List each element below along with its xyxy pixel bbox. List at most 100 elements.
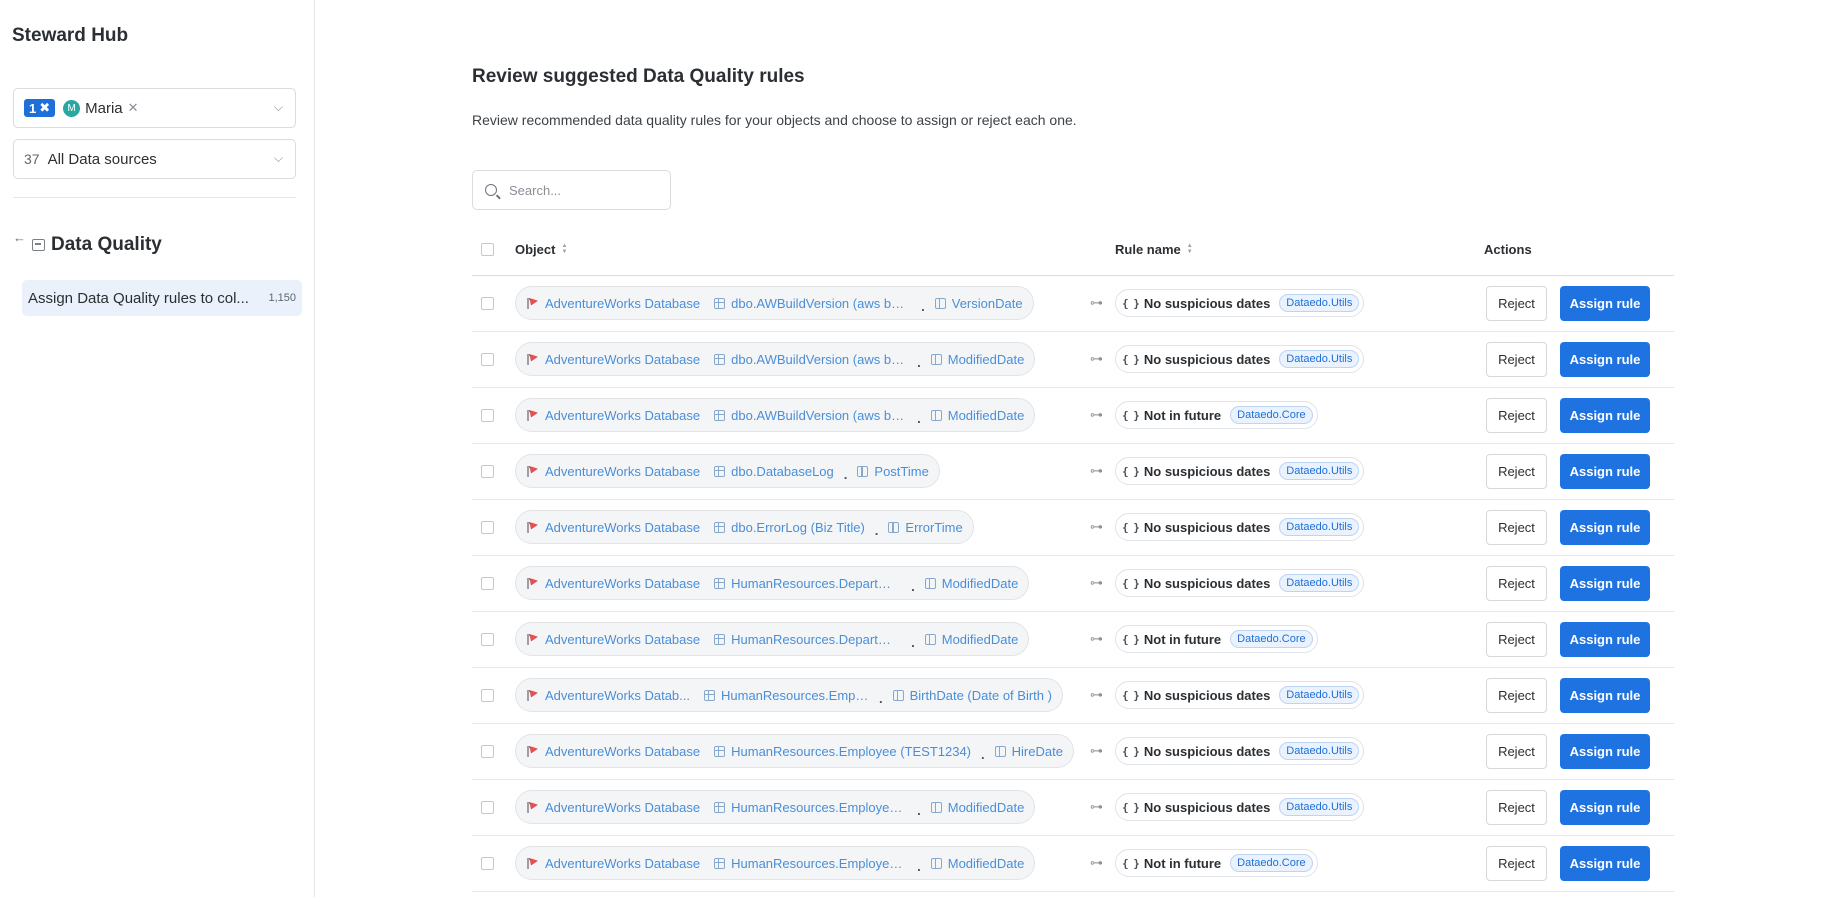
assign-rule-button[interactable]: Assign rule — [1560, 398, 1650, 433]
rule-pill[interactable]: { } No suspicious dates Dataedo.Utils — [1115, 513, 1365, 541]
column-link[interactable]: ModifiedDate — [930, 856, 1024, 871]
nav-item-assign-rules[interactable]: Assign Data Quality rules to col... 1,15… — [22, 280, 302, 316]
column-link[interactable]: ErrorTime — [888, 520, 963, 535]
column-link[interactable]: ModifiedDate — [930, 351, 1025, 367]
table-link[interactable]: HumanResources.Employee (TES... — [714, 856, 907, 871]
table-icon — [704, 689, 715, 701]
chevron-down-icon[interactable]: ⌵ — [274, 100, 283, 115]
rule-pill[interactable]: { } No suspicious dates Dataedo.Utils — [1115, 345, 1365, 373]
search-box[interactable] — [472, 170, 671, 210]
reject-button[interactable]: Reject — [1486, 734, 1547, 769]
database-link[interactable]: AdventureWorks Database — [526, 856, 700, 871]
database-link[interactable]: AdventureWorks Database — [526, 352, 700, 367]
database-link[interactable]: AdventureWorks Database — [526, 464, 700, 479]
row-checkbox[interactable] — [481, 633, 494, 646]
assign-rule-button[interactable]: Assign rule — [1560, 734, 1650, 769]
rule-pill[interactable]: { } No suspicious dates Dataedo.Utils — [1115, 681, 1365, 709]
rule-pill[interactable]: { } No suspicious dates Dataedo.Utils — [1115, 457, 1365, 485]
table-link[interactable]: HumanResources.Department — [714, 632, 901, 647]
owner-count-badge[interactable]: 1 ✖ — [24, 99, 56, 117]
row-checkbox[interactable] — [481, 577, 494, 590]
row-checkbox[interactable] — [481, 801, 494, 814]
reject-button[interactable]: Reject — [1486, 510, 1547, 545]
remove-chip-icon[interactable]: ✕ — [128, 100, 139, 116]
search-input[interactable] — [507, 181, 651, 199]
assign-rule-button[interactable]: Assign rule — [1560, 846, 1650, 881]
rule-pill[interactable]: { } No suspicious dates Dataedo.Utils — [1115, 737, 1365, 765]
table-body: AdventureWorks Database dbo.AWBuildVersio… — [472, 276, 1674, 892]
database-link[interactable]: AdventureWorks Database — [526, 408, 700, 423]
reject-button[interactable]: Reject — [1486, 342, 1547, 377]
assign-rule-button[interactable]: Assign rule — [1560, 454, 1650, 489]
reject-button[interactable]: Reject — [1486, 678, 1547, 713]
assign-rule-button[interactable]: Assign rule — [1560, 678, 1650, 713]
object-path: AdventureWorks Database dbo.ErrorLog (Biz… — [515, 510, 974, 544]
column-link[interactable]: HireDate — [994, 744, 1063, 759]
reject-button[interactable]: Reject — [1486, 846, 1547, 881]
row-checkbox[interactable] — [481, 353, 494, 366]
reject-button[interactable]: Reject — [1486, 286, 1547, 321]
table-link[interactable]: HumanResources.Empl... — [704, 688, 869, 703]
reject-button[interactable]: Reject — [1486, 622, 1547, 657]
column-link[interactable]: ModifiedDate — [930, 408, 1024, 423]
reject-button[interactable]: Reject — [1486, 566, 1547, 601]
assign-rule-button[interactable]: Assign rule — [1560, 566, 1650, 601]
column-link[interactable]: ModifiedDate — [924, 576, 1018, 591]
database-link[interactable]: AdventureWorks Database — [526, 744, 700, 759]
table-link[interactable]: HumanResources.Employee (TES... — [714, 800, 907, 815]
row-checkbox[interactable] — [481, 465, 494, 478]
column-link[interactable]: BirthDate (Date of Birth ) — [892, 688, 1052, 703]
rule-pill[interactable]: { } No suspicious dates Dataedo.Utils — [1115, 289, 1365, 317]
column-link[interactable]: ModifiedDate — [930, 800, 1024, 815]
column-link[interactable]: ModifiedDate — [924, 632, 1018, 647]
assign-rule-button[interactable]: Assign rule — [1560, 510, 1650, 545]
column-link[interactable]: PostTime — [857, 464, 929, 479]
table-link[interactable]: dbo.AWBuildVersion (aws build ve... — [714, 352, 907, 367]
back-arrow-icon[interactable]: ← — [13, 230, 26, 245]
database-link[interactable]: AdventureWorks Database — [526, 800, 700, 815]
table-link[interactable]: HumanResources.Department — [714, 576, 901, 591]
row-checkbox[interactable] — [481, 297, 494, 310]
database-link[interactable]: AdventureWorks Database — [526, 520, 700, 535]
rule-pill[interactable]: { } Not in future Dataedo.Core — [1115, 401, 1318, 429]
clear-icon[interactable]: ✖ — [39, 100, 50, 116]
assign-rule-button[interactable]: Assign rule — [1560, 342, 1650, 377]
database-icon — [526, 409, 539, 421]
rule-pill[interactable]: { } No suspicious dates Dataedo.Utils — [1115, 793, 1365, 821]
row-checkbox[interactable] — [481, 521, 494, 534]
reject-button[interactable]: Reject — [1486, 454, 1547, 489]
database-link[interactable]: AdventureWorks Database — [526, 632, 700, 647]
owner-filter[interactable]: 1 ✖ M Maria ✕ ⌵ — [13, 88, 296, 128]
row-checkbox[interactable] — [481, 745, 494, 758]
assign-rule-button[interactable]: Assign rule — [1560, 286, 1650, 321]
sort-icon[interactable]: ▲ ▼ — [561, 243, 567, 255]
table-name: dbo.AWBuildVersion (aws build ve... — [731, 407, 907, 423]
sort-icon[interactable]: ▲ ▼ — [1187, 243, 1193, 255]
column-header-object[interactable]: Object ▲ ▼ — [515, 242, 567, 257]
rule-pill[interactable]: { } Not in future Dataedo.Core — [1115, 625, 1318, 653]
column-header-rule-name[interactable]: Rule name ▲ ▼ — [1115, 242, 1193, 257]
data-sources-filter[interactable]: 37 All Data sources ⌵ — [13, 139, 296, 179]
table-link[interactable]: dbo.AWBuildVersion (aws build ver... — [714, 296, 911, 311]
database-link[interactable]: AdventureWorks Datab... — [526, 688, 690, 703]
table-link[interactable]: dbo.ErrorLog (Biz Title) — [714, 520, 865, 535]
row-checkbox[interactable] — [481, 689, 494, 702]
chevron-down-icon[interactable]: ⌵ — [274, 151, 283, 166]
assign-rule-button[interactable]: Assign rule — [1560, 622, 1650, 657]
select-all-checkbox[interactable] — [481, 243, 494, 256]
database-link[interactable]: AdventureWorks Database — [526, 576, 700, 591]
row-checkbox[interactable] — [481, 857, 494, 870]
rule-pill[interactable]: { } Not in future Dataedo.Core — [1115, 849, 1318, 877]
table-link[interactable]: HumanResources.Employee (TEST1234) — [714, 744, 971, 759]
database-link[interactable]: AdventureWorks Database — [526, 296, 700, 311]
table-link[interactable]: dbo.DatabaseLog — [714, 464, 834, 479]
rule-pill[interactable]: { } No suspicious dates Dataedo.Utils — [1115, 569, 1365, 597]
reject-button[interactable]: Reject — [1486, 398, 1547, 433]
assign-rule-button[interactable]: Assign rule — [1560, 790, 1650, 825]
column-name: ModifiedDate — [947, 351, 1025, 367]
row-checkbox[interactable] — [481, 409, 494, 422]
reject-button[interactable]: Reject — [1486, 790, 1547, 825]
table-link[interactable]: dbo.AWBuildVersion (aws build ve... — [714, 408, 907, 423]
rule-name: No suspicious dates — [1143, 799, 1271, 815]
column-link[interactable]: VersionDate — [934, 296, 1023, 311]
